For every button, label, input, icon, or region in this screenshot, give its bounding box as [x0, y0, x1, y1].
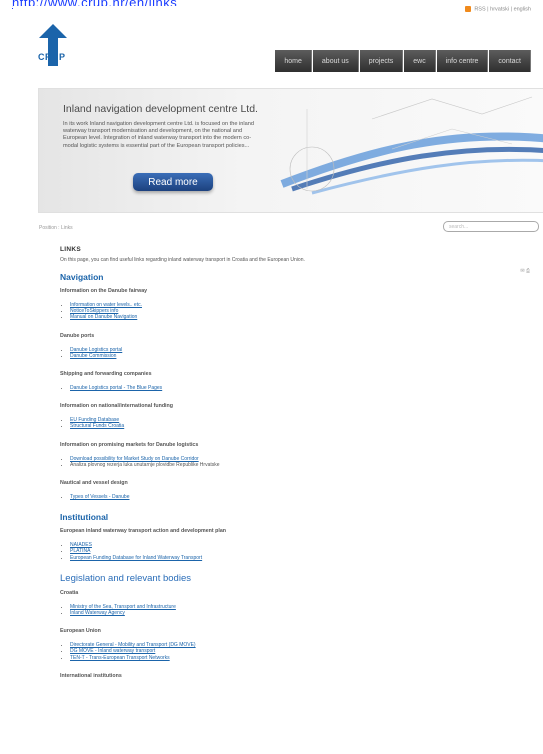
list-item: TEN-T - Trans-European Transport Network…: [70, 655, 530, 661]
resource-link[interactable]: NAIADES: [70, 542, 92, 548]
section-title: Legislation and relevant bodies: [60, 572, 191, 584]
group-title: Shipping and forwarding companies: [60, 371, 152, 378]
logo-text[interactable]: CRUP: [38, 52, 66, 62]
group-title: Information on promising markets for Dan…: [60, 441, 199, 448]
group-title: Danube ports: [60, 332, 95, 339]
resource-link[interactable]: EU Funding Database: [70, 417, 119, 423]
resource-link[interactable]: Directorate General - Mobility and Trans…: [70, 642, 196, 648]
link-list: Danube Logistics portalDanube Commission: [60, 347, 530, 359]
group-title: Croatia: [60, 589, 79, 596]
resource-link[interactable]: Danube Commission: [70, 353, 116, 359]
list-item: Types of Vessels - Danube: [70, 494, 530, 500]
language-links[interactable]: | hrvatski | english: [487, 6, 531, 12]
link-list: Download possibility for Market Study on…: [60, 456, 530, 468]
rss-link[interactable]: RSS: [474, 6, 485, 12]
resource-link[interactable]: Danube Logistics portal: [70, 347, 122, 353]
resource-link[interactable]: Inland Waterway Agency: [70, 610, 125, 616]
read-more-button[interactable]: Read more: [133, 173, 213, 191]
resource-link[interactable]: NoticeToSkippers info: [70, 308, 118, 314]
page: RSS | hrvatski | english CRUP home about …: [13, 6, 543, 754]
group-title: Information on national/international fu…: [60, 403, 173, 410]
link-list: EU Funding DatabaseStructural Funds Croa…: [60, 417, 530, 429]
link-list: Danube Logistics portal - The Blue Pages: [60, 385, 530, 391]
hero-banner: Inland navigation development centre Ltd…: [38, 88, 543, 213]
list-item: Structural Funds Croatia: [70, 423, 530, 429]
list-item: Inland Waterway Agency: [70, 610, 530, 616]
link-list: Directorate General - Mobility and Trans…: [60, 642, 530, 661]
resource-link[interactable]: European Funding Database for Inland Wat…: [70, 555, 202, 561]
group-title: International institutions: [60, 672, 122, 679]
nav-item-5[interactable]: contact: [489, 50, 531, 72]
intro-text: On this page, you can find useful links …: [60, 257, 305, 263]
main-content: LINKS On this page, you can find useful …: [60, 246, 530, 687]
resource-link[interactable]: Danube Logistics portal - The Blue Pages: [70, 385, 162, 391]
nav-item-1[interactable]: about us: [312, 50, 359, 72]
nav-item-3[interactable]: ewc: [404, 50, 436, 72]
nav-item-4[interactable]: info centre: [436, 50, 489, 72]
main-nav: home about us projects ewc info centre contac…: [275, 50, 531, 72]
nav-item-2[interactable]: projects: [359, 50, 404, 72]
hero-text: In its work Inland navigation developmen…: [63, 121, 254, 149]
top-utility-bar: RSS | hrvatski | english: [465, 6, 531, 12]
section-title: Institutional: [60, 512, 109, 523]
resource-link[interactable]: DG MOVE - Inland waterway transport: [70, 648, 155, 654]
list-item: Manual on Danube Navigation: [70, 314, 530, 320]
hero-wave-graphic-icon: [280, 96, 543, 195]
resource-link[interactable]: Download possibility for Market Study on…: [70, 456, 199, 462]
link-list: Types of Vessels - Danube: [60, 494, 530, 500]
rss-icon[interactable]: [465, 6, 472, 12]
resource-link[interactable]: Types of Vessels - Danube: [70, 494, 129, 500]
resource-link[interactable]: Structural Funds Croatia: [70, 423, 124, 429]
list-item-text: Analiza plovnog rezerja luka unutarnje p…: [70, 462, 530, 468]
search-input[interactable]: search...: [443, 221, 539, 232]
resource-link[interactable]: Manual on Danube Navigation: [70, 314, 137, 320]
resource-link[interactable]: TEN-T - Trans-European Transport Network…: [70, 655, 170, 661]
breadcrumb: Position : Links: [39, 225, 73, 231]
hero-title: Inland navigation development centre Ltd…: [63, 103, 258, 115]
section-title: Navigation: [60, 272, 104, 282]
list-item: European Funding Database for Inland Wat…: [70, 555, 530, 561]
group-title: Nautical and vessel design: [60, 480, 128, 487]
group-title: European inland waterway transport actio…: [60, 528, 226, 535]
resource-link[interactable]: Ministry of the Sea, Transport and Infra…: [70, 604, 176, 610]
list-item: Danube Logistics portal - The Blue Pages: [70, 385, 530, 391]
group-title: European Union: [60, 628, 101, 635]
group-title: Information on the Danube fairway: [60, 288, 148, 294]
link-list: Ministry of the Sea, Transport and Infra…: [60, 604, 530, 616]
page-title: LINKS: [60, 246, 81, 253]
email-print-icons[interactable]: ✉ ⎙: [520, 268, 530, 274]
resource-link[interactable]: PLATINA: [70, 548, 90, 554]
link-list: Information on water levels.. etc.Notice…: [60, 302, 530, 321]
link-sections: Navigation Information on the Danube fair…: [60, 272, 530, 679]
list-item: Danube Commission: [70, 353, 530, 359]
resource-link[interactable]: Information on water levels.. etc.: [70, 302, 142, 308]
nav-item-0[interactable]: home: [275, 50, 312, 72]
link-list: NAIADESPLATINAEuropean Funding Database …: [60, 542, 530, 561]
